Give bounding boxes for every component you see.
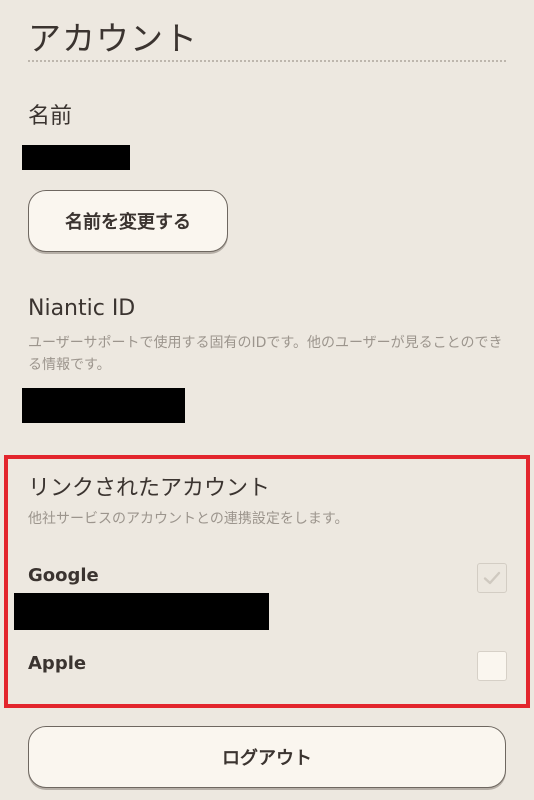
google-label: Google [28, 565, 99, 586]
title-divider [28, 60, 506, 62]
apple-label: Apple [28, 653, 87, 674]
logout-button[interactable]: ログアウト [28, 726, 506, 788]
name-value-redacted [22, 145, 130, 170]
google-account-redacted [14, 593, 269, 630]
change-name-button[interactable]: 名前を変更する [28, 190, 228, 252]
linked-accounts-description: 他社サービスのアカウントとの連携設定をします。 [28, 511, 349, 527]
checkmark-icon [483, 571, 501, 585]
niantic-id-heading: Niantic ID [28, 296, 136, 321]
niantic-id-value-redacted [22, 388, 185, 423]
page-title: アカウント [28, 19, 198, 58]
niantic-id-description: ユーザーサポートで使用する固有のIDです。他のユーザーが見ることのできる情報です… [28, 335, 503, 373]
linked-accounts-heading: リンクされたアカウント [28, 476, 271, 501]
google-link-checkbox[interactable] [477, 563, 507, 593]
apple-link-checkbox[interactable] [477, 651, 507, 681]
name-heading: 名前 [28, 104, 73, 129]
